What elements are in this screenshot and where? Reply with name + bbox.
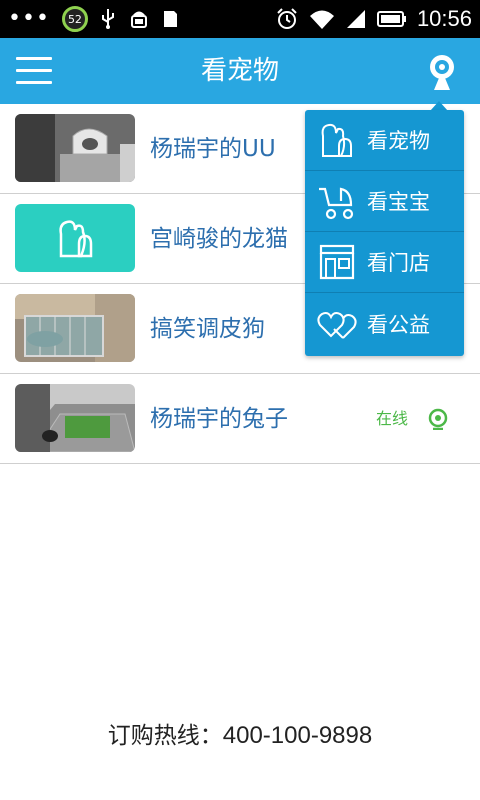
dropdown-label: 看宝宝: [367, 190, 430, 214]
hotline-number[interactable]: 400-100-9898: [223, 722, 372, 749]
camera-icon[interactable]: [422, 50, 462, 94]
dropdown-item-baby[interactable]: 看宝宝: [305, 171, 464, 232]
menu-button[interactable]: [16, 57, 52, 85]
list-item[interactable]: 杨瑞宇的兔子 在线: [0, 374, 480, 464]
online-camera-icon: [428, 408, 448, 430]
stroller-icon: [319, 187, 354, 220]
hotline: 订购热线：400-100-9898: [0, 716, 480, 750]
usb-icon: [101, 9, 114, 29]
camera-thumbnail: [15, 294, 135, 362]
device-name: 宫崎骏的龙猫: [150, 226, 288, 252]
store-icon: [319, 244, 355, 280]
pets-icon: [321, 123, 352, 157]
app-header: 看宠物: [0, 38, 480, 104]
pet-placeholder-thumbnail: [15, 204, 135, 272]
status-bar: ••• 52 10:56: [0, 0, 480, 38]
sd-card-icon: [163, 11, 177, 27]
android-icon: [130, 11, 147, 28]
hotline-label: 订购热线：: [107, 723, 223, 749]
alarm-icon: [277, 8, 297, 29]
clock: 10:56: [416, 6, 472, 31]
category-dropdown: 看宠物 看宝宝 看门店 看公益: [305, 110, 464, 356]
device-name: 杨瑞宇的兔子: [150, 406, 288, 432]
dropdown-label: 看门店: [367, 251, 430, 275]
hearts-icon: [317, 311, 357, 339]
pets-icon: [59, 220, 93, 258]
wifi-icon: [309, 10, 334, 29]
dropdown-item-pets[interactable]: 看宠物: [305, 110, 464, 171]
online-status: 在线: [376, 409, 409, 428]
camera-thumbnail: [15, 114, 135, 182]
camera-thumbnail: [15, 384, 135, 452]
dropdown-label: 看宠物: [367, 129, 430, 153]
battery-icon: [376, 11, 406, 27]
device-name: 搞笑调皮狗: [150, 316, 265, 342]
dropdown-item-charity[interactable]: 看公益: [305, 293, 464, 354]
battery-badge: 52: [61, 6, 88, 32]
more-dots-icon: •••: [8, 6, 50, 31]
dropdown-item-store[interactable]: 看门店: [305, 232, 464, 293]
signal-icon: [346, 10, 365, 28]
dropdown-label: 看公益: [367, 312, 430, 337]
page-title: 看宠物: [200, 56, 279, 86]
device-name: 杨瑞宇的UU: [150, 136, 276, 162]
